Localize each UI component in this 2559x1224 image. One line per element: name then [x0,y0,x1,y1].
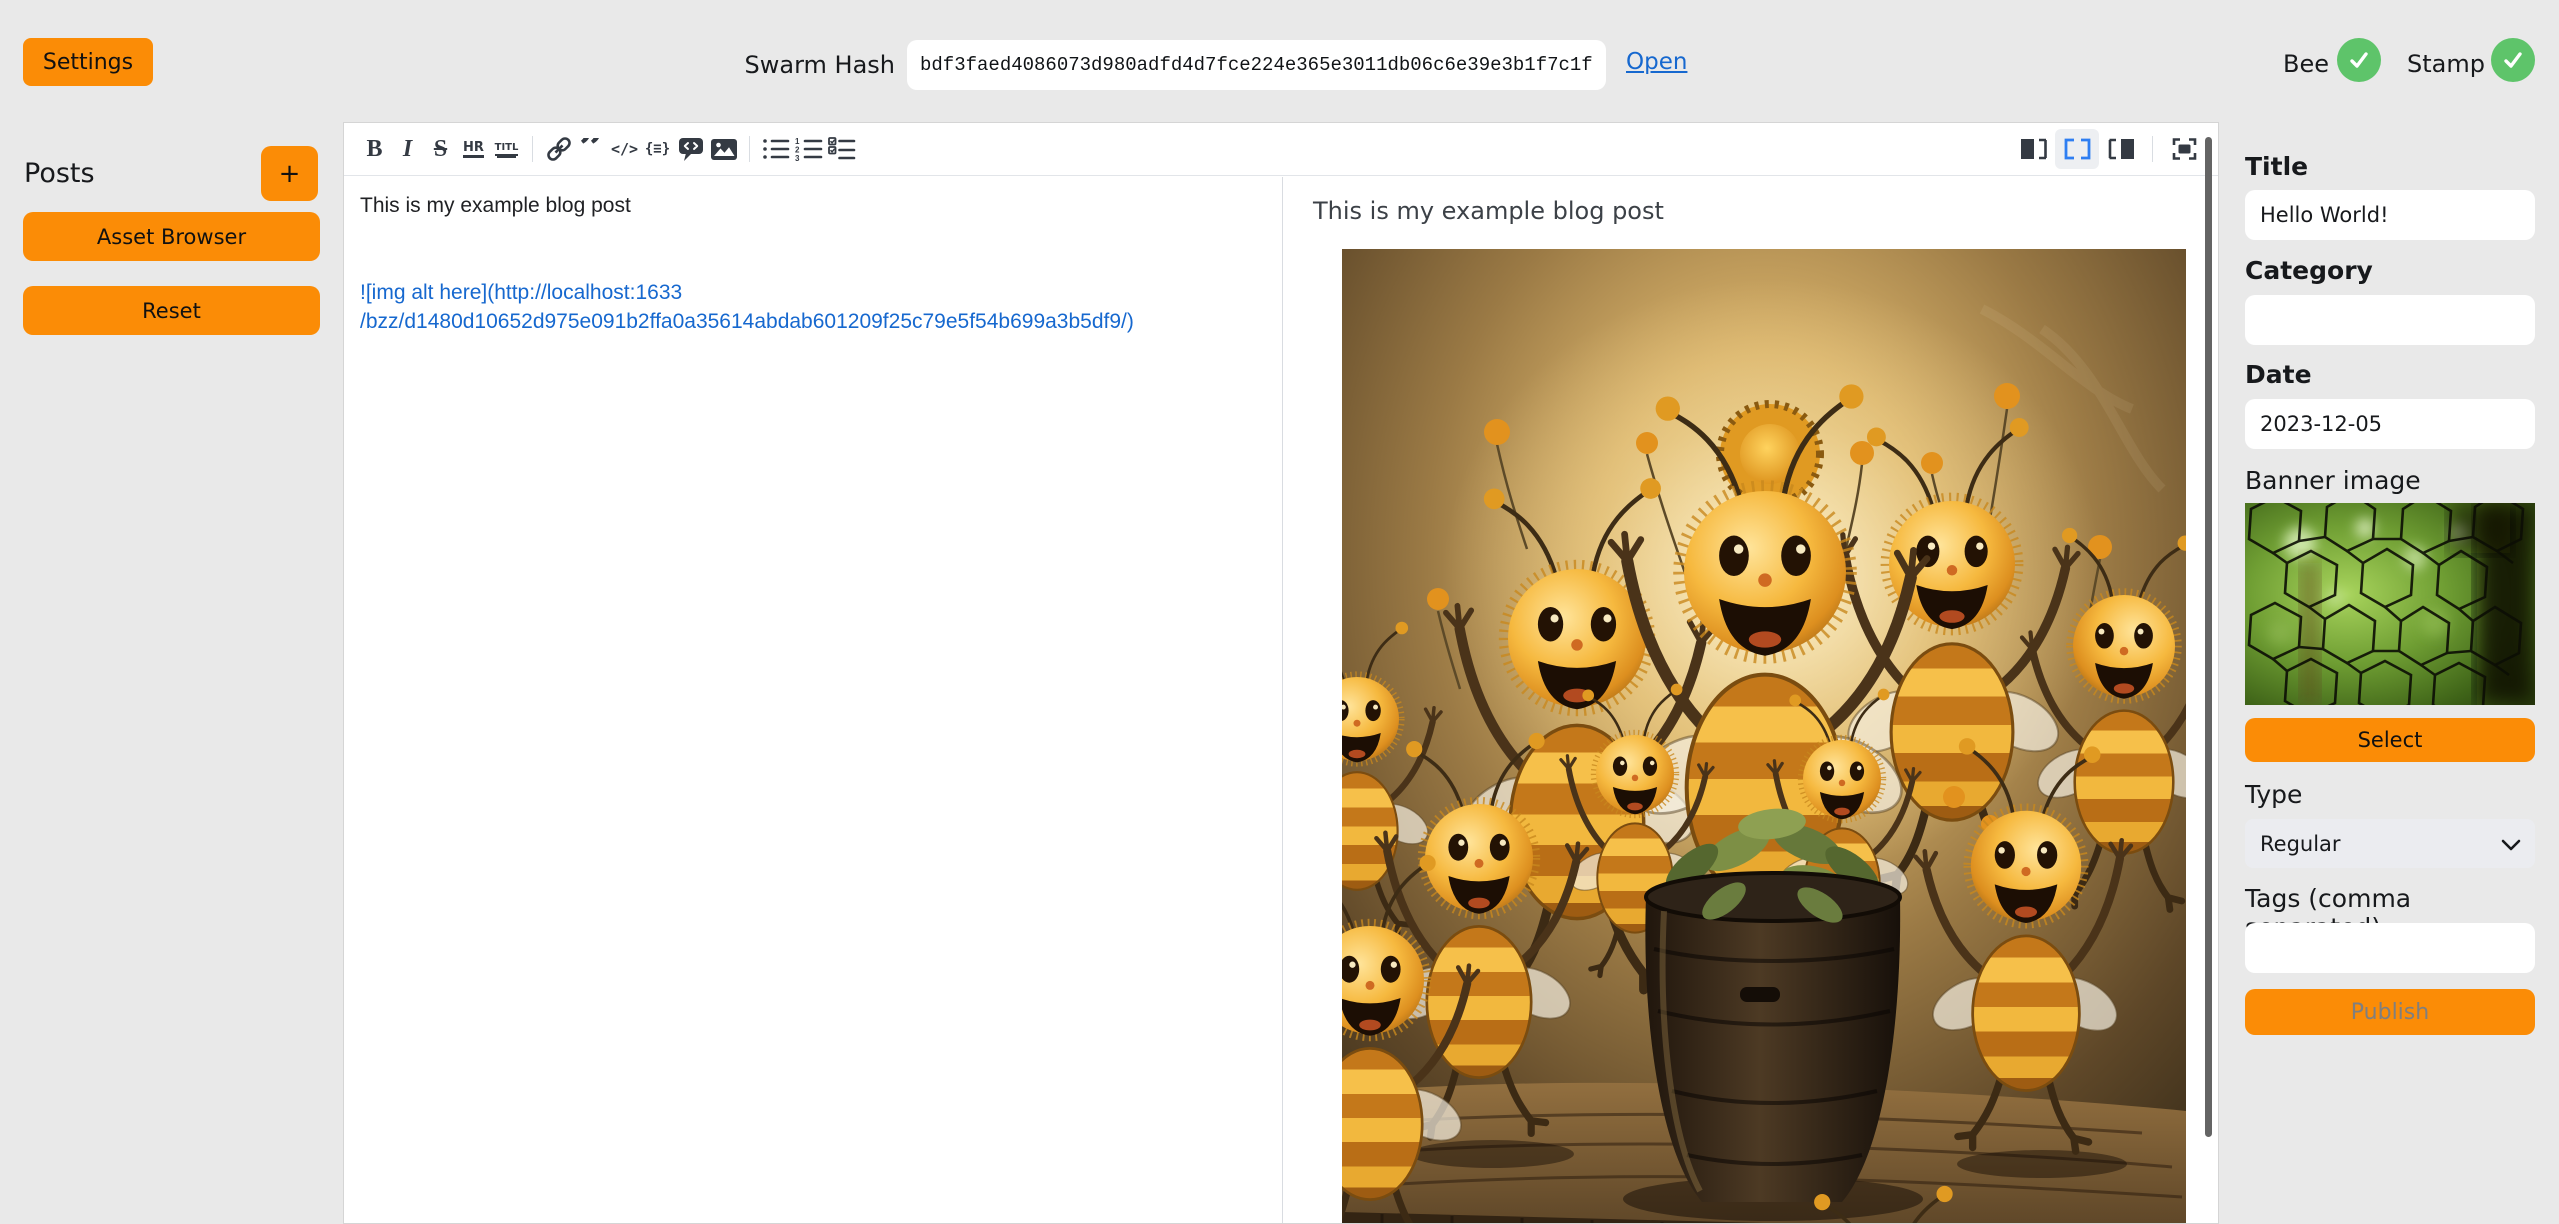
type-label: Type [2245,780,2302,809]
ordered-list-icon[interactable]: 123 [792,129,825,169]
svg-text:3: 3 [795,154,800,161]
type-select[interactable]: Regular [2245,819,2535,868]
bold-icon[interactable]: B [358,129,391,169]
toolbar-separator [2152,136,2153,162]
toolbar-separator [532,136,533,162]
stamp-status-label: Stamp [2407,50,2485,78]
swarm-hash-input[interactable] [907,40,1606,90]
image-icon[interactable] [707,129,740,169]
tags-input[interactable] [2245,923,2535,973]
title-label: Title [2245,152,2308,181]
banner-image-thumbnail[interactable] [2245,503,2535,705]
codeblock-icon[interactable]: {≡} [641,129,674,169]
comment-icon[interactable] [674,129,707,169]
category-input[interactable] [2245,295,2535,345]
stamp-check-icon [2491,38,2535,82]
type-selected-value: Regular [2260,832,2341,856]
fullscreen-icon[interactable] [2162,129,2206,169]
posts-heading: Posts [24,158,95,189]
editor-line-image-link: ![img alt here](http://localhost:1633 [360,278,1266,307]
asset-browser-button[interactable]: Asset Browser [23,212,320,261]
reset-button[interactable]: Reset [23,286,320,335]
title-input[interactable] [2245,190,2535,240]
swarm-hash-label: Swarm Hash [640,51,895,79]
open-link[interactable]: Open [1626,49,1687,75]
banner-image-label: Banner image [2245,466,2421,495]
checklist-icon[interactable] [825,129,858,169]
settings-button[interactable]: Settings [23,38,153,86]
preview-scrollbar[interactable] [2205,137,2212,1137]
title-icon[interactable]: TITL [490,129,523,169]
editor-line [360,249,1266,278]
editor-toolbar: B I S HR TITL ” </> {≡} 123 [344,123,2218,176]
italic-icon[interactable]: I [391,129,424,169]
unordered-list-icon[interactable] [759,129,792,169]
bee-check-icon [2337,38,2381,82]
layout-toggle-group [2011,129,2206,169]
quote-icon[interactable]: ” [575,138,608,160]
markdown-preview: This is my example blog post [1282,177,2218,1223]
title-glyph: TITL [495,142,519,156]
hr-glyph: HR [463,141,484,158]
layout-split-icon[interactable] [2055,129,2099,169]
bee-status-label: Bee [2283,50,2329,78]
date-input[interactable] [2245,399,2535,449]
properties-panel: Title Category Date Banner image [2245,122,2535,1222]
editor-card: B I S HR TITL ” </> {≡} 123 [343,122,2219,1224]
layout-editor-only-icon[interactable] [2011,129,2055,169]
markdown-editor[interactable]: This is my example blog post ![img alt h… [344,177,1282,1223]
layout-preview-only-icon[interactable] [2099,129,2143,169]
app-root: Settings Swarm Hash Open Bee Stamp Posts… [0,0,2559,1224]
select-banner-button[interactable]: Select [2245,718,2535,762]
publish-button[interactable]: Publish [2245,989,2535,1035]
category-label: Category [2245,256,2373,285]
horizontal-rule-icon[interactable]: HR [457,129,490,169]
toolbar-separator [749,136,750,162]
editor-line: This is my example blog post [360,191,1266,220]
preview-paragraph: This is my example blog post [1313,197,2188,225]
strikethrough-icon[interactable]: S [424,129,457,169]
link-icon[interactable] [542,129,575,169]
add-post-button[interactable]: + [261,146,318,201]
date-label: Date [2245,360,2312,389]
editor-line-image-link: /bzz/d1480d10652d975e091b2ffa0a35614abda… [360,307,1266,336]
chevron-down-icon [2501,832,2521,856]
post-image [1342,249,2186,1223]
code-icon[interactable]: </> [608,129,641,169]
editor-line [360,220,1266,249]
